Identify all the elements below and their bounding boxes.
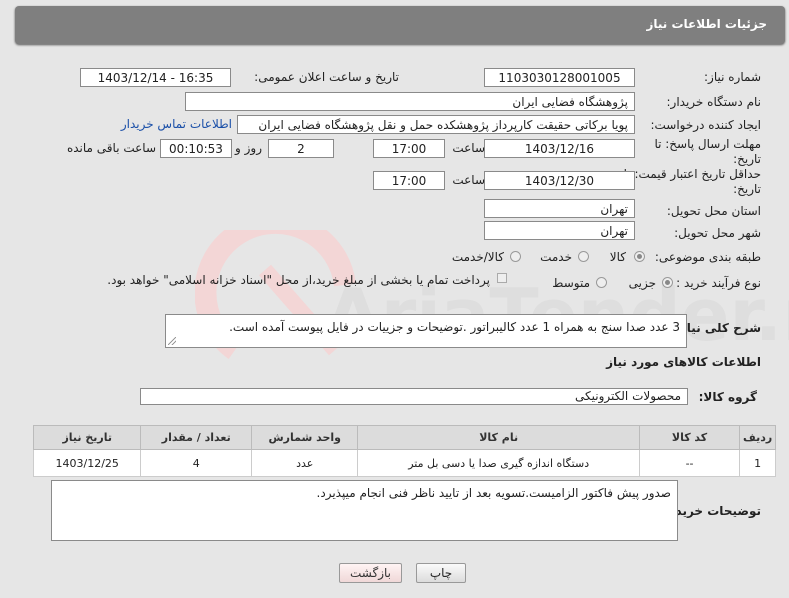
- col-qty: تعداد / مقدار: [140, 425, 253, 450]
- province-label: استان محل تحویل:: [666, 204, 761, 218]
- col-code: کد کالا: [638, 425, 741, 450]
- buyer-notes-text: صدور پیش فاکتور الزامیست.تسویه بعد از تا…: [316, 486, 671, 500]
- goods-group-field: محصولات الکترونیکی: [140, 388, 688, 405]
- col-date: تاریخ نیاز: [32, 425, 142, 450]
- creator-label: ایجاد کننده درخواست:: [650, 118, 761, 132]
- reply-time-label: ساعت: [452, 141, 485, 155]
- process-option-minor: جزیی: [628, 276, 656, 290]
- treasury-note: پرداخت تمام یا بخشی از مبلغ خرید،از محل …: [107, 273, 490, 287]
- items-table: ردیف کد کالا نام کالا واحد شمارش تعداد /…: [32, 425, 776, 477]
- remaining-days-field: 2: [268, 139, 334, 158]
- reply-deadline-label-2: تاریخ:: [733, 152, 761, 166]
- need-number-label: شماره نیاز:: [704, 70, 761, 84]
- category-option-service: خدمت: [540, 250, 572, 264]
- purchase-process-label: نوع فرآیند خرید :: [676, 276, 761, 290]
- buyer-contact-link[interactable]: اطلاعات تماس خریدار: [121, 117, 232, 131]
- price-validity-time-field: 17:00: [373, 171, 445, 190]
- reply-deadline-label: مهلت ارسال پاسخ: تا: [654, 137, 761, 151]
- page-title: جزئیات اطلاعات نیاز: [646, 17, 767, 31]
- print-button[interactable]: چاپ: [416, 563, 466, 583]
- category-option-goods-service: کالا/خدمت: [451, 250, 504, 264]
- reply-time-field: 17:00: [373, 139, 445, 158]
- table-row: 1 -- دستگاه اندازه گیری صدا یا دسی بل مت…: [32, 449, 776, 477]
- category-option-goods: کالا: [609, 250, 626, 264]
- remaining-label: ساعت باقی مانده: [66, 141, 156, 155]
- description-textarea[interactable]: 3 عدد صدا سنج به همراه 1 عدد کالیبراتور …: [165, 314, 687, 348]
- cell-qty: 4: [140, 449, 253, 477]
- table-header-row: ردیف کد کالا نام کالا واحد شمارش تعداد /…: [32, 425, 776, 450]
- category-radio-goods-service[interactable]: [510, 251, 521, 262]
- col-row: ردیف: [739, 425, 776, 450]
- reply-date-field: 1403/12/16: [484, 139, 635, 158]
- description-label: شرح کلی نیاز:: [675, 321, 761, 335]
- buyer-org-field: پژوهشگاه فضایی ایران: [185, 92, 635, 111]
- need-number-field: 1103030128001005: [484, 68, 635, 87]
- col-name: نام کالا: [357, 425, 640, 450]
- goods-section-title: اطلاعات کالاهای مورد نیاز: [606, 355, 761, 369]
- category-label: طبقه بندی موضوعی:: [654, 250, 761, 264]
- process-option-medium: متوسط: [552, 276, 590, 290]
- process-radio-minor[interactable]: [662, 277, 673, 288]
- back-button[interactable]: بازگشت: [339, 563, 402, 583]
- announce-label: تاریخ و ساعت اعلان عمومی:: [254, 70, 399, 84]
- buyer-notes-textarea[interactable]: صدور پیش فاکتور الزامیست.تسویه بعد از تا…: [51, 480, 678, 541]
- price-validity-time-label: ساعت: [452, 173, 485, 187]
- cell-name: دستگاه اندازه گیری صدا یا دسی بل متر: [357, 449, 640, 477]
- cell-unit: عدد: [251, 449, 359, 477]
- category-radio-goods[interactable]: [634, 251, 645, 262]
- buyer-org-label: نام دستگاه خریدار:: [666, 95, 762, 109]
- remaining-time-field: 00:10:53: [160, 139, 232, 158]
- goods-group-label: گروه کالا:: [698, 390, 757, 404]
- city-field: تهران: [484, 221, 635, 240]
- price-validity-date-field: 1403/12/30: [484, 171, 635, 190]
- announce-field: 1403/12/14 - 16:35: [80, 68, 231, 87]
- price-validity-label: حداقل تاریخ اعتبار قیمت: تا: [623, 167, 761, 181]
- page-header: جزئیات اطلاعات نیاز: [15, 6, 785, 44]
- cell-code: --: [638, 449, 741, 477]
- creator-field: پویا برکاتی حقیقت کارپرداز پژوهشکده حمل …: [237, 115, 635, 134]
- description-text: 3 عدد صدا سنج به همراه 1 عدد کالیبراتور …: [229, 320, 680, 334]
- col-unit: واحد شمارش: [251, 425, 359, 450]
- category-radio-service[interactable]: [578, 251, 589, 262]
- items-table-wrapper: ردیف کد کالا نام کالا واحد شمارش تعداد /…: [32, 425, 776, 477]
- cell-row: 1: [739, 449, 776, 477]
- resize-handle[interactable]: [168, 337, 176, 345]
- province-field: تهران: [484, 199, 635, 218]
- city-label: شهر محل تحویل:: [674, 226, 761, 240]
- days-label: روز و: [235, 141, 262, 155]
- cell-date: 1403/12/25: [32, 449, 142, 477]
- process-radio-medium[interactable]: [596, 277, 607, 288]
- treasury-checkbox[interactable]: [497, 273, 507, 283]
- price-validity-label-2: تاریخ:: [733, 182, 761, 196]
